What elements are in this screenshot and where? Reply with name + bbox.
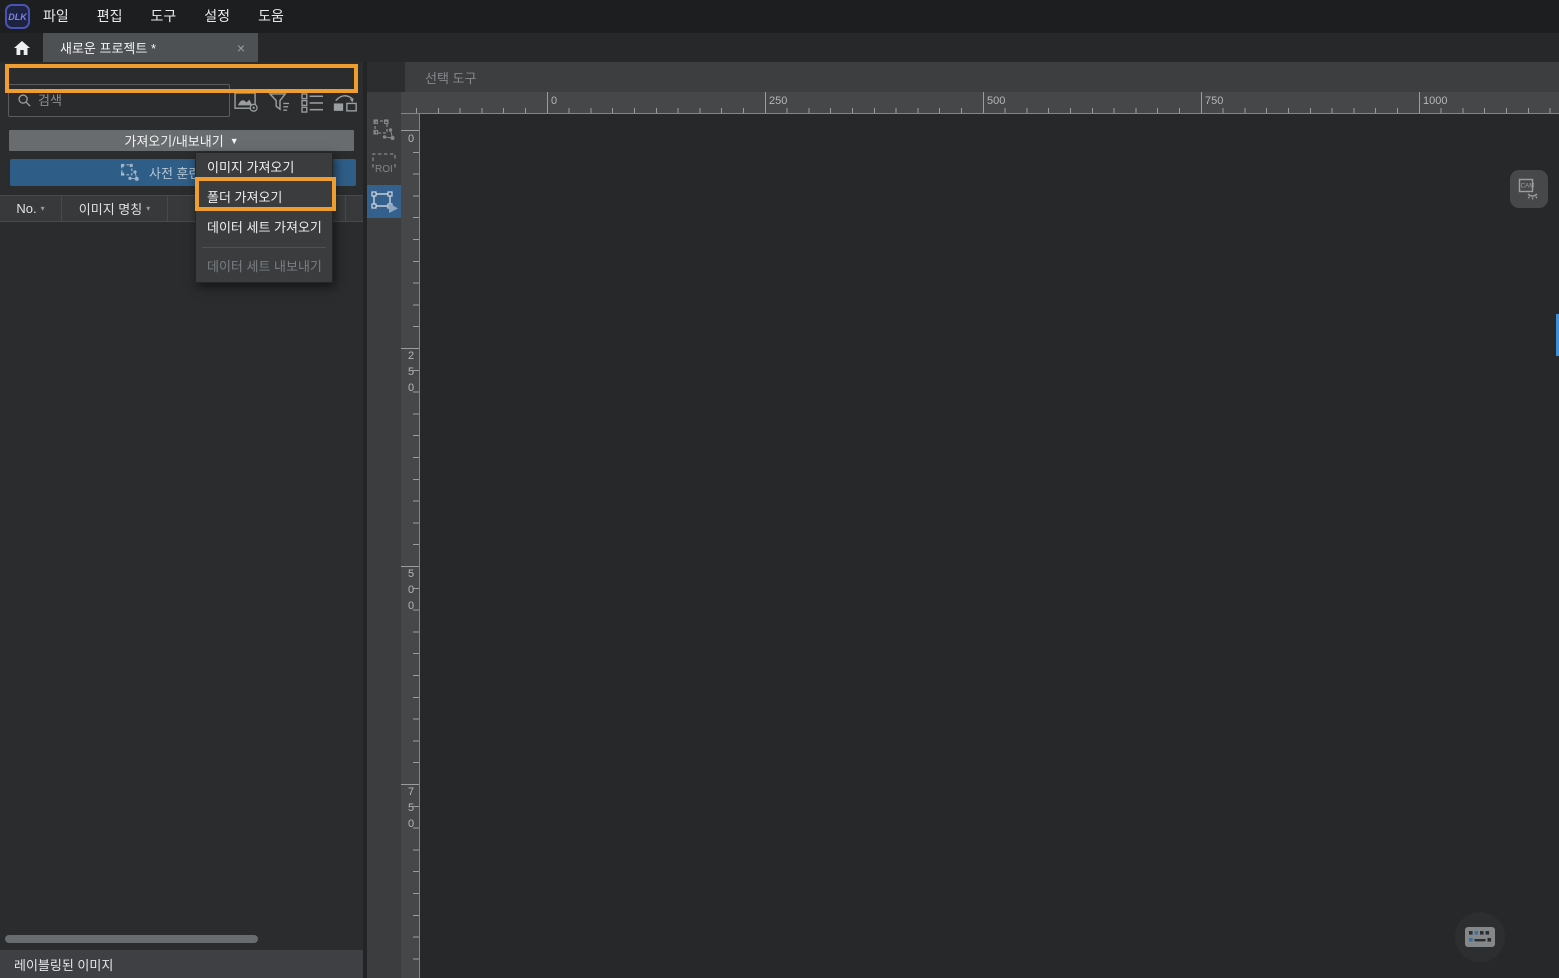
- search-icon: [17, 93, 32, 108]
- labeled-images-bar: 레이블링된 이미지: [0, 950, 363, 978]
- import-export-label: 가져오기/내보내기: [124, 131, 223, 150]
- filter-button[interactable]: [267, 89, 293, 115]
- move-to-set-icon: [332, 92, 358, 113]
- tab-new-project[interactable]: 새로운 프로젝트 * ×: [43, 33, 258, 62]
- selection-tool-icon: [369, 188, 399, 216]
- filter-icon: [267, 92, 292, 113]
- chevron-down-icon: ▼: [230, 136, 239, 146]
- tab-title: 새로운 프로젝트 *: [43, 38, 156, 57]
- menu-tools[interactable]: 도구: [151, 0, 177, 33]
- column-no-label: No.: [16, 201, 36, 216]
- h-ruler-label: 1000: [1423, 95, 1447, 107]
- selection-tool-toolbar: 선택 도구: [405, 62, 1559, 92]
- tool-strip-corner: [367, 62, 405, 92]
- column-image-name[interactable]: 이미지 명칭 ▾: [62, 196, 168, 221]
- h-ruler-label: 0: [551, 95, 557, 107]
- sort-caret-icon: ▾: [41, 204, 45, 213]
- import-export-dropdown: 이미지 가져오기 폴더 가져오기 데이터 세트 가져오기 데이터 세트 내보내기: [195, 152, 333, 283]
- smart-labeling-tool-button[interactable]: [370, 116, 398, 144]
- column-image-name-label: 이미지 명칭: [79, 199, 142, 218]
- roi-icon: ROI: [371, 152, 397, 178]
- v-ruler-label: 500: [405, 568, 417, 616]
- app-logo-icon: DLK: [5, 4, 30, 29]
- labeled-images-label: 레이블링된 이미지: [14, 955, 113, 974]
- menu-help[interactable]: 도움: [258, 0, 284, 33]
- menu-item-import-dataset[interactable]: 데이터 세트 가져오기: [196, 213, 332, 243]
- home-icon: [13, 40, 31, 56]
- svg-text:ROI: ROI: [375, 164, 393, 175]
- shortcut-keyboard-button[interactable]: [1455, 912, 1505, 962]
- panel-icon-row: [234, 88, 358, 116]
- tab-bar: 새로운 프로젝트 * ×: [0, 33, 1559, 62]
- image-settings-icon: [234, 92, 259, 113]
- h-ruler-minor-ticks: [416, 108, 1559, 113]
- mech-dlk-window: DLK 파일 편집 도구 설정 도움 새로운 프로젝트 * ×: [0, 0, 1559, 978]
- menu-bar: DLK 파일 편집 도구 설정 도움: [0, 0, 1559, 33]
- v-ruler-minor-ticks: [413, 130, 419, 978]
- search-input[interactable]: [38, 93, 208, 108]
- selection-tool-button[interactable]: [367, 185, 401, 218]
- cam-visibility-button[interactable]: CAM: [1510, 170, 1548, 208]
- menu-separator: [202, 247, 326, 248]
- selection-tool-title: 선택 도구: [425, 68, 476, 87]
- search-box[interactable]: [8, 84, 230, 117]
- sort-caret-icon: ▾: [146, 204, 150, 213]
- roi-tool-button[interactable]: ROI: [370, 151, 398, 179]
- h-ruler-label: 250: [769, 95, 787, 107]
- vertical-ruler: 0 250 500 750: [401, 114, 420, 978]
- import-export-button[interactable]: 가져오기/내보내기 ▼: [9, 130, 354, 151]
- tab-close-icon[interactable]: ×: [232, 33, 250, 62]
- image-settings-button[interactable]: [234, 89, 260, 115]
- menu-item-import-folder[interactable]: 폴더 가져오기: [196, 183, 332, 213]
- list-view-button[interactable]: [299, 89, 325, 115]
- menu-file[interactable]: 파일: [43, 0, 69, 33]
- v-ruler-label: 0: [405, 133, 417, 149]
- keyboard-icon: [1465, 927, 1495, 947]
- menu-edit[interactable]: 편집: [97, 0, 123, 33]
- h-ruler-label: 750: [1205, 95, 1223, 107]
- cam-hidden-icon: CAM: [1517, 177, 1541, 201]
- horizontal-scrollbar[interactable]: [5, 935, 258, 943]
- smart-model-icon: [120, 163, 140, 182]
- h-ruler-label: 500: [987, 95, 1005, 107]
- smart-labeling-icon: [372, 118, 396, 142]
- menu-item-import-images[interactable]: 이미지 가져오기: [196, 153, 332, 183]
- v-ruler-label: 250: [405, 350, 417, 398]
- menu-settings[interactable]: 설정: [204, 0, 230, 33]
- move-to-set-button[interactable]: [332, 89, 358, 115]
- image-canvas[interactable]: [420, 114, 1559, 978]
- svg-text:CAM: CAM: [1521, 183, 1535, 190]
- home-button[interactable]: [0, 33, 43, 62]
- menu-items: 파일 편집 도구 설정 도움: [0, 0, 284, 33]
- column-no[interactable]: No. ▾: [0, 196, 62, 221]
- labeling-tool-strip: ROI: [367, 92, 401, 978]
- horizontal-ruler: 0 250 500 750 1000: [401, 92, 1559, 114]
- list-view-icon: [300, 92, 325, 113]
- pretrain-label: 사전 훈련: [149, 163, 200, 182]
- v-ruler-label: 750: [405, 786, 417, 834]
- menu-item-export-dataset: 데이터 세트 내보내기: [196, 252, 332, 282]
